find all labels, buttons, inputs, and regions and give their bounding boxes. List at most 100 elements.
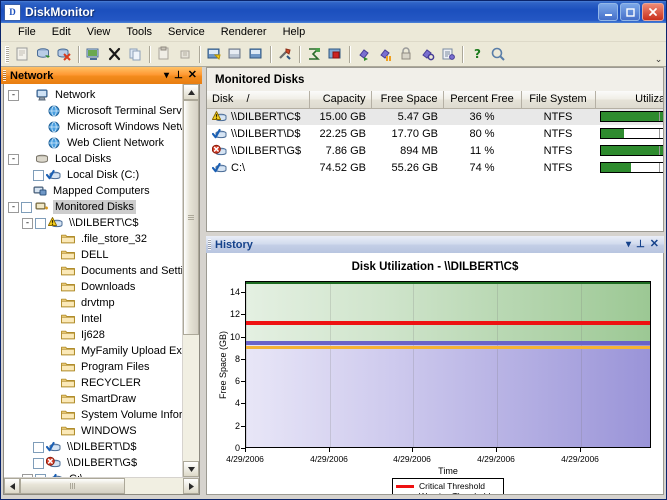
menu-tools[interactable]: Tools [118, 24, 160, 40]
help-icon[interactable]: ? [467, 44, 488, 65]
tree-item[interactable]: \\DILBERT\G$ [4, 455, 182, 471]
tree-item[interactable]: \\DILBERT\D$ [4, 439, 182, 455]
tree-item[interactable]: SmartDraw [4, 391, 182, 407]
history-close-icon[interactable]: ✕ [650, 239, 659, 250]
minimize-button[interactable] [598, 3, 618, 21]
service-pause-icon[interactable] [375, 44, 396, 65]
tree-checkbox[interactable] [35, 474, 46, 478]
tree-item[interactable]: Mapped Computers [4, 183, 182, 199]
table-row[interactable]: \\DILBERT\C$15.00 GB5.47 GB36 %NTFS [207, 108, 664, 125]
window-titlebar[interactable]: D DiskMonitor [1, 1, 666, 23]
copy-icon[interactable] [125, 44, 146, 65]
column-header-capacity[interactable]: Capacity [309, 91, 371, 108]
new-icon[interactable] [12, 44, 33, 65]
tree-item[interactable]: MyFamily Upload Express [4, 343, 182, 359]
stop-icon[interactable] [325, 44, 346, 65]
menu-help[interactable]: Help [275, 24, 314, 40]
network-close-icon[interactable]: ✕ [188, 70, 197, 81]
history-panel-caption[interactable]: History ▾ ⊥ ✕ [206, 236, 664, 253]
tree-scroll-up-button[interactable] [183, 84, 199, 100]
tree-collapse-icon[interactable]: - [8, 90, 19, 101]
disks-grid[interactable]: Disk / Capacity Free Space Percent Free … [206, 91, 664, 232]
maximize-button[interactable] [620, 3, 640, 21]
service-lock-icon[interactable] [396, 44, 417, 65]
tree-item[interactable]: -Monitored Disks [4, 199, 182, 215]
toolbar-grip[interactable] [5, 46, 9, 63]
service-start-icon[interactable] [354, 44, 375, 65]
tree-item[interactable]: System Volume Information [4, 407, 182, 423]
tree-item[interactable]: -Local Disks [4, 151, 182, 167]
service-properties-icon[interactable] [438, 44, 459, 65]
menu-view[interactable]: View [79, 24, 119, 40]
tree-item[interactable]: -Network [4, 87, 182, 103]
column-header-free-space[interactable]: Free Space [371, 91, 443, 108]
tree-hscroll-thumb[interactable] [20, 478, 125, 494]
tree-item[interactable]: DELL [4, 247, 182, 263]
table-row[interactable]: C:\74.52 GB55.26 GB74 %NTFS [207, 159, 664, 176]
tree-collapse-icon[interactable]: - [8, 154, 19, 165]
tree-horizontal-scrollbar[interactable] [4, 477, 199, 494]
network-dropdown-icon[interactable]: ▾ [164, 71, 169, 81]
menu-file[interactable]: File [10, 24, 44, 40]
tree-item[interactable]: WINDOWS [4, 423, 182, 439]
tree-item[interactable]: -\\DILBERT\C$ [4, 215, 182, 231]
history-pin-icon[interactable]: ⊥ [636, 240, 645, 250]
tools-icon[interactable] [275, 44, 296, 65]
tree-checkbox[interactable] [21, 202, 32, 213]
network-panel-caption[interactable]: Network ▾ ⊥ ✕ [1, 67, 202, 84]
report-new-icon[interactable] [204, 44, 225, 65]
tree-checkbox[interactable] [33, 442, 44, 453]
tree-item[interactable]: Downloads [4, 279, 182, 295]
paste-icon[interactable] [154, 44, 175, 65]
menu-renderer[interactable]: Renderer [213, 24, 275, 40]
tree-item[interactable]: .file_store_32 [4, 231, 182, 247]
add-monitor-icon[interactable] [83, 44, 104, 65]
properties-small-icon[interactable] [175, 44, 196, 65]
about-icon[interactable] [488, 44, 509, 65]
tree-item[interactable]: Documents and Settings [4, 263, 182, 279]
tree-checkbox[interactable] [33, 170, 44, 181]
table-row[interactable]: \\DILBERT\D$22.25 GB17.70 GB80 %NTFS [207, 125, 664, 142]
tree-item[interactable]: Ij628 [4, 327, 182, 343]
tree-hscroll-track[interactable] [20, 478, 183, 494]
menu-service[interactable]: Service [160, 24, 213, 40]
report-view-icon[interactable] [225, 44, 246, 65]
delete-disk-icon[interactable] [54, 44, 75, 65]
tree-collapse-icon[interactable]: - [8, 202, 19, 213]
menu-edit[interactable]: Edit [44, 24, 79, 40]
report-export-icon[interactable] [246, 44, 267, 65]
tree-scroll-down-button[interactable] [183, 461, 199, 477]
network-tree[interactable]: -NetworkMicrosoft Terminal ServicesMicro… [4, 84, 182, 477]
tree-vertical-scrollbar[interactable] [182, 84, 199, 477]
tree-item[interactable]: Local Disk (C:) [4, 167, 182, 183]
tree-item[interactable]: Program Files [4, 359, 182, 375]
tree-scroll-thumb[interactable] [183, 100, 199, 335]
column-header-file-system[interactable]: File System [521, 91, 595, 108]
tree-item[interactable]: -C:\ [4, 471, 182, 477]
history-panel-grip[interactable] [208, 239, 211, 250]
tree-collapse-icon[interactable]: - [22, 218, 33, 229]
network-pin-icon[interactable]: ⊥ [174, 71, 183, 81]
disk-utilization-chart[interactable]: Disk Utilization - \\DILBERT\C$ 02468101… [206, 253, 664, 495]
open-disk-icon[interactable] [33, 44, 54, 65]
column-header-utilization[interactable]: Utilization [595, 91, 664, 108]
tree-scroll-left-button[interactable] [4, 478, 20, 494]
history-dropdown-icon[interactable]: ▾ [626, 240, 631, 250]
tree-item[interactable]: Microsoft Terminal Services [4, 103, 182, 119]
service-config-icon[interactable] [417, 44, 438, 65]
tree-item[interactable]: Intel [4, 311, 182, 327]
tree-checkbox[interactable] [35, 218, 46, 229]
tree-scroll-right-button[interactable] [183, 478, 199, 494]
column-header-disk[interactable]: Disk / [207, 91, 309, 108]
tree-item[interactable]: RECYCLER [4, 375, 182, 391]
close-button[interactable] [642, 3, 664, 21]
tree-checkbox[interactable] [33, 458, 44, 469]
tree-scroll-track[interactable] [183, 100, 199, 461]
network-panel-grip[interactable] [3, 70, 6, 81]
remove-icon[interactable] [104, 44, 125, 65]
tree-item[interactable]: drvtmp [4, 295, 182, 311]
toolbar-overflow-button[interactable]: ⌄ [653, 44, 664, 65]
tree-item[interactable]: Microsoft Windows Network [4, 119, 182, 135]
tree-collapse-icon[interactable]: - [22, 474, 33, 478]
table-row[interactable]: \\DILBERT\G$7.86 GB894 MB11 %NTFS [207, 142, 664, 159]
